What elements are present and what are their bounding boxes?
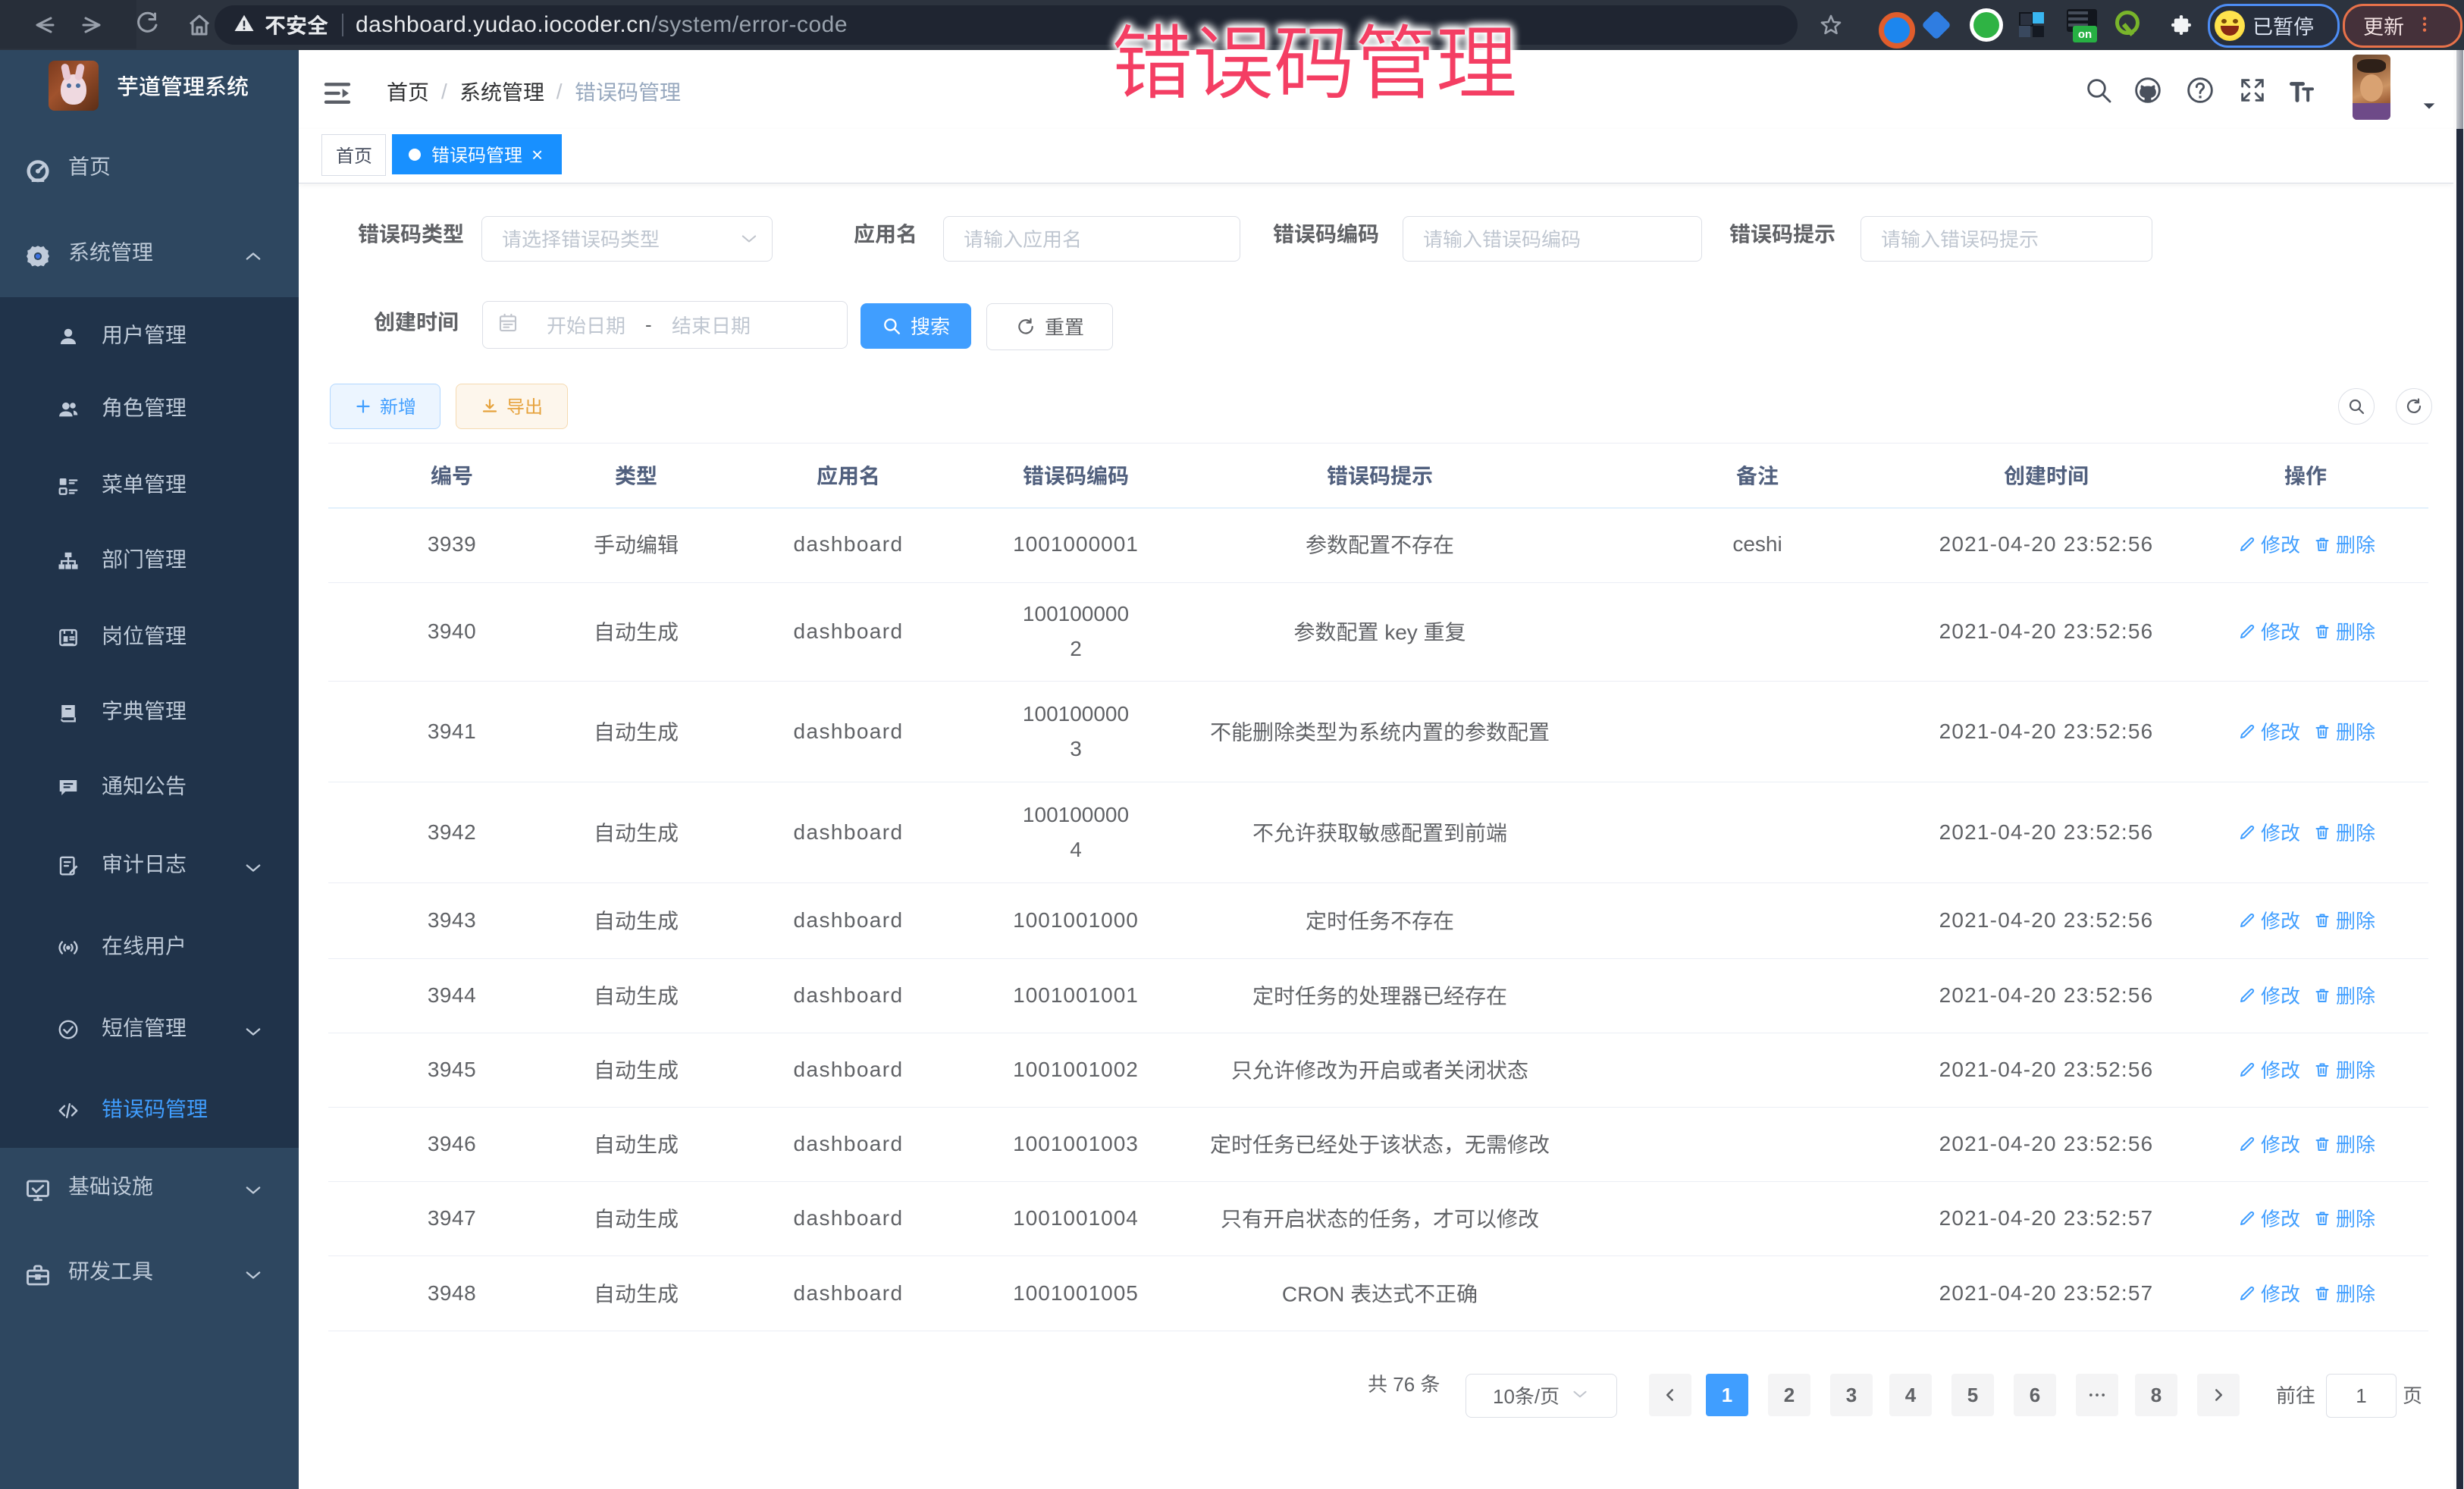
svg-text:10: 10 [1493,1385,1515,1408]
svg-text:CRON: CRON [1282,1282,1350,1306]
svg-text:/: / [1535,1385,1541,1408]
svg-text:76: 76 [1387,1373,1420,1396]
svg-text:key: key [1378,621,1423,644]
